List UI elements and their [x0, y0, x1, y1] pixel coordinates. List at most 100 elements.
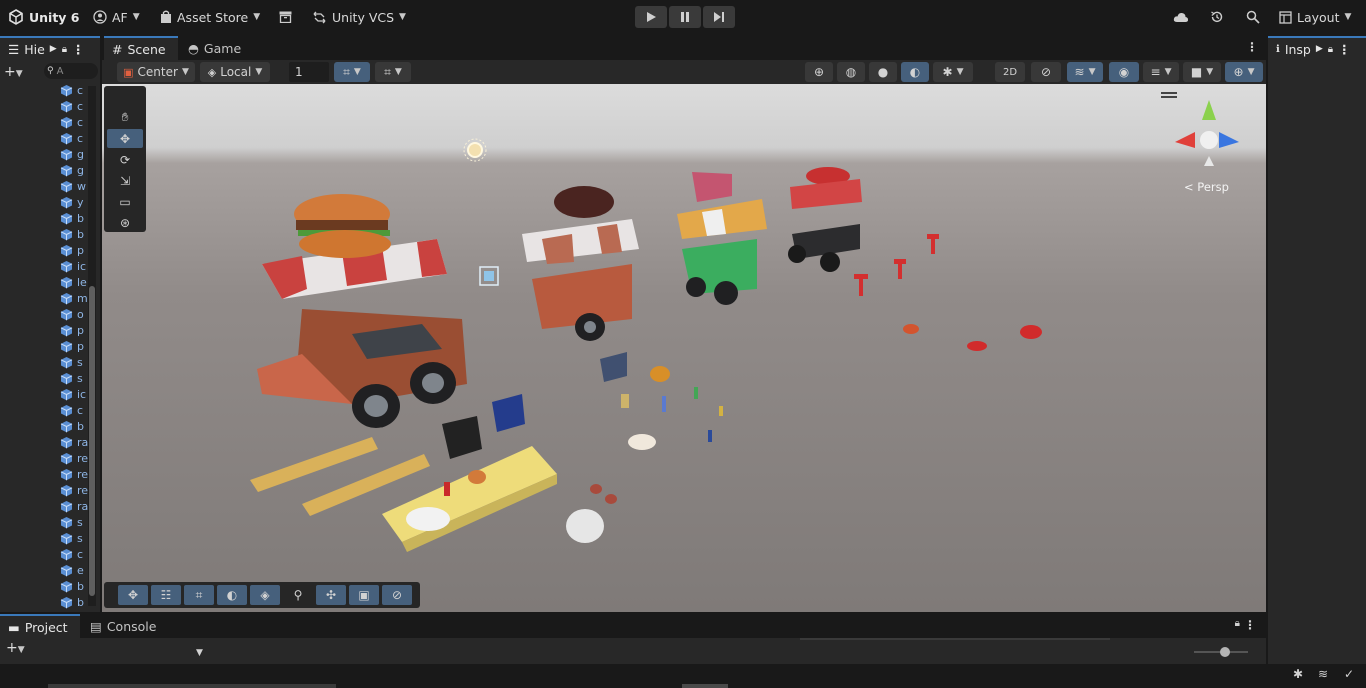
projection-label[interactable]: < Persp [1184, 180, 1229, 194]
search-input[interactable]: A [57, 66, 64, 77]
pivot-mode-dropdown[interactable]: ▣ Center ▼ [117, 62, 195, 82]
scene-viewport[interactable]: < Persp ✋︎ ✥ ⟳ ⇲ ▭ ⊛ ✥ ☷ ⌗ ◐ ◈ ⚲ ✣ ▣ ⊘ [102, 84, 1266, 612]
effects-dropdown[interactable]: ≋ ▼ [1067, 62, 1103, 82]
hierarchy-item[interactable]: c [60, 82, 83, 98]
hierarchy-item[interactable]: s [60, 370, 83, 386]
wireframe-button[interactable]: ◍ [837, 62, 865, 82]
hierarchy-item[interactable]: w [60, 178, 86, 194]
play-button[interactable] [635, 6, 667, 28]
hierarchy-search[interactable]: ⚲ A [44, 63, 98, 79]
more-menu-icon[interactable]: ⋮ [72, 42, 85, 57]
orientation-gizmo[interactable] [1161, 92, 1239, 166]
gizmos-dropdown[interactable]: ⊕ ▼ [1225, 62, 1263, 82]
hand-tool[interactable]: ✋︎ [107, 108, 143, 127]
check-icon[interactable]: ✓ [1344, 667, 1354, 681]
chevron-down-icon[interactable]: ▼ [196, 648, 203, 658]
rect-tool[interactable]: ▭ [107, 192, 143, 211]
tab-project[interactable]: ▬ Project [0, 614, 80, 638]
hierarchy-item[interactable]: re [60, 482, 88, 498]
layout-dropdown[interactable]: Layout ▼ [1279, 8, 1351, 26]
hierarchy-item[interactable]: re [60, 466, 88, 482]
step-button[interactable] [703, 6, 735, 28]
hierarchy-item[interactable]: b [60, 418, 84, 434]
hierarchy-item[interactable]: ra [60, 434, 88, 450]
hierarchy-item[interactable]: b [60, 210, 84, 226]
hierarchy-item[interactable]: re [60, 450, 88, 466]
transform-tool[interactable]: ⊛ [107, 213, 143, 232]
tab-game[interactable]: ◓ Game [180, 36, 250, 60]
increment-snap-dropdown[interactable]: ⌗ ▼ [375, 62, 411, 82]
tab-scene[interactable]: # Scene [104, 36, 178, 60]
hierarchy-item[interactable]: y [60, 194, 84, 210]
hierarchy-item[interactable]: e [60, 562, 84, 578]
pause-button[interactable] [669, 6, 701, 28]
rotate-tool[interactable]: ⟳ [107, 150, 143, 169]
hierarchy-item[interactable]: c [60, 402, 83, 418]
snap-increment-field[interactable]: 1 [289, 62, 329, 82]
navigation-overlay-button[interactable]: ⊘ [382, 585, 412, 605]
hierarchy-item[interactable]: p [60, 338, 84, 354]
layers-dropdown[interactable]: ≡ ▼ [1143, 62, 1179, 82]
hierarchy-item[interactable]: s [60, 514, 83, 530]
hierarchy-item[interactable]: ic [60, 386, 86, 402]
cloud-button[interactable] [1173, 8, 1189, 26]
hierarchy-item[interactable]: b [60, 226, 84, 242]
hierarchy-item[interactable]: s [60, 354, 83, 370]
scale-tool[interactable]: ⇲ [107, 171, 143, 190]
account-dropdown[interactable]: AF ▼ [93, 8, 140, 26]
hierarchy-item[interactable]: s [60, 530, 83, 546]
hierarchy-item[interactable]: c [60, 130, 83, 146]
snapping-overlay-button[interactable]: ◈ [250, 585, 280, 605]
lighting-button[interactable]: ◐ [901, 62, 929, 82]
hierarchy-item[interactable]: c [60, 114, 83, 130]
create-asset-button[interactable]: +▼ [6, 640, 25, 656]
camera-dropdown[interactable]: ■ ▼ [1183, 62, 1221, 82]
hierarchy-item[interactable]: g [60, 146, 84, 162]
tab-inspector[interactable]: ℹ Insp ▶ 🔒︎ ⋮ [1268, 36, 1366, 60]
asset-store-dropdown[interactable]: Asset Store ▼ [160, 8, 260, 26]
scroll-thumb[interactable] [682, 684, 728, 688]
tool-settings-button[interactable]: ☷ [151, 585, 181, 605]
hierarchy-item[interactable]: c [60, 98, 83, 114]
debug-icon[interactable]: ✱ [1293, 667, 1303, 681]
camera-overlay-button[interactable]: ▣ [349, 585, 379, 605]
hierarchy-item[interactable]: p [60, 322, 84, 338]
hierarchy-item[interactable]: ra [60, 498, 88, 514]
shaded-button[interactable]: ● [869, 62, 897, 82]
zoom-slider[interactable] [1194, 647, 1248, 657]
create-button[interactable]: +▼ [4, 64, 23, 80]
orientation-button[interactable]: ⊕ [805, 62, 833, 82]
lighting-overlay-button[interactable]: ◐ [217, 585, 247, 605]
more-menu-icon[interactable]: ⋮ [1246, 40, 1258, 54]
more-menu-icon[interactable]: ⋮ [1244, 618, 1256, 632]
lock-icon[interactable]: 🔒︎ [1235, 618, 1240, 629]
space-mode-dropdown[interactable]: ◈ Local ▼ [200, 62, 270, 82]
package-manager-button[interactable] [279, 8, 292, 26]
hierarchy-item[interactable]: g [60, 162, 84, 178]
hierarchy-scrollbar[interactable] [88, 86, 96, 606]
visibility-button[interactable]: ◉ [1109, 62, 1139, 82]
hierarchy-item[interactable]: c [60, 546, 83, 562]
hierarchy-item[interactable]: le [60, 274, 87, 290]
tab-hierarchy[interactable]: ☰ Hie ▶ 🔒︎ ⋮ [0, 36, 100, 60]
scrollbar-thumb[interactable] [89, 286, 95, 596]
search-overlay-button[interactable]: ⚲ [283, 585, 313, 605]
debug-draw-dropdown[interactable]: ✱ ▼ [933, 62, 973, 82]
2d-toggle-button[interactable]: 2D [995, 62, 1025, 82]
tab-console[interactable]: ▤ Console [82, 614, 162, 638]
move-overlay-button[interactable]: ✥ [118, 585, 148, 605]
grid-overlay-button[interactable]: ⌗ [184, 585, 214, 605]
pivot-overlay-button[interactable]: ✣ [316, 585, 346, 605]
hierarchy-item[interactable]: ic [60, 258, 86, 274]
audio-toggle-button[interactable]: ⊘ [1031, 62, 1061, 82]
more-menu-icon[interactable]: ⋮ [1338, 42, 1351, 57]
grid-snap-dropdown[interactable]: ⌗ ▼ [334, 62, 370, 82]
hierarchy-item[interactable]: m [60, 290, 88, 306]
hierarchy-item[interactable]: p [60, 242, 84, 258]
search-button[interactable] [1246, 8, 1260, 26]
unity-vcs-dropdown[interactable]: Unity VCS ▼ [312, 8, 406, 26]
unity-product-menu[interactable]: Unity 6 [8, 8, 80, 26]
move-tool[interactable]: ✥ [107, 129, 143, 148]
hierarchy-item[interactable]: b [60, 594, 84, 610]
history-button[interactable] [1210, 8, 1224, 26]
